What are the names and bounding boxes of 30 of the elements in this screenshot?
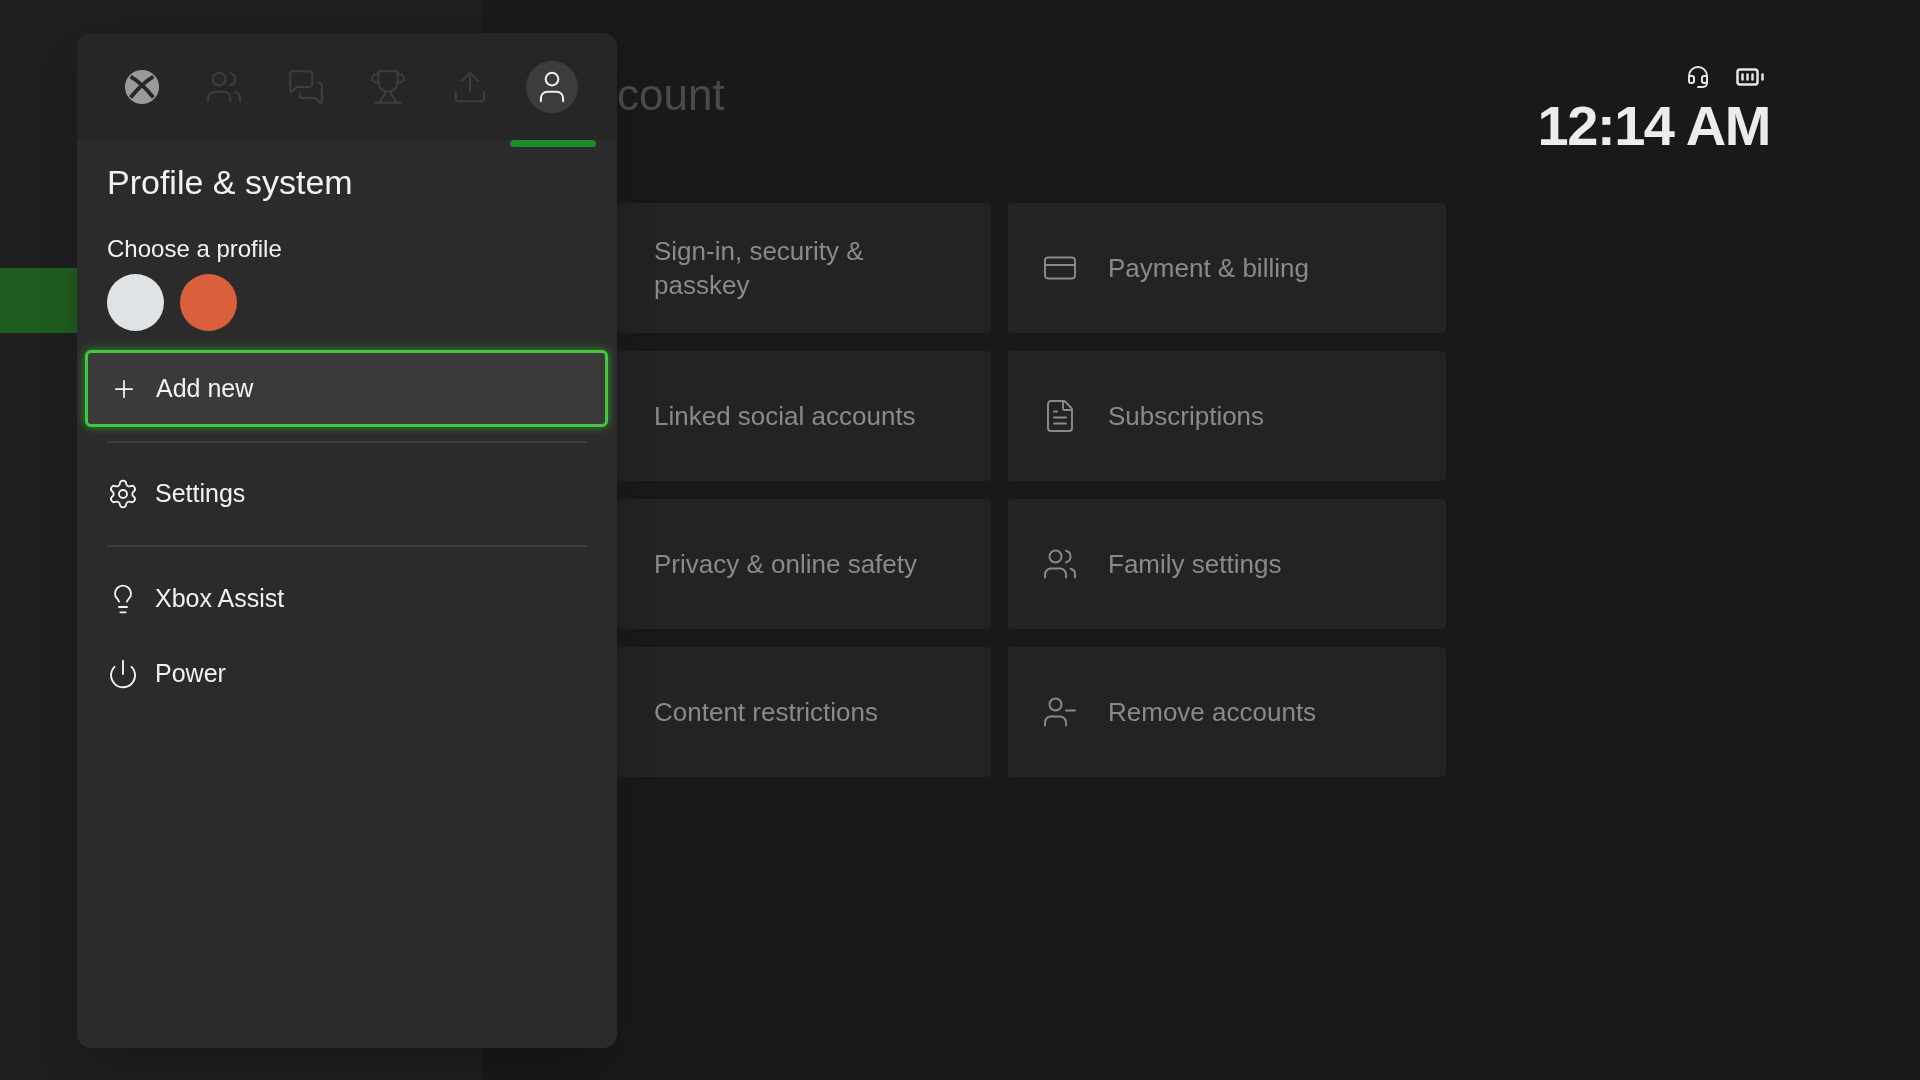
settings-tile[interactable]: Privacy & online safety [617, 499, 991, 629]
clock: 12:14 AM [1537, 98, 1770, 154]
section-label: Choose a profile [107, 234, 283, 264]
tile-label: Content restrictions [654, 696, 878, 729]
chat-icon [287, 67, 325, 106]
tile-label: Sign-in, security & passkey [654, 235, 865, 302]
settings-tile[interactable]: Content restrictions [617, 647, 991, 777]
tile-label: Subscriptions [1108, 400, 1265, 433]
tile-label: Linked social accounts [654, 400, 916, 433]
xbox-logo-icon [123, 67, 161, 106]
headset-icon [1686, 64, 1710, 90]
tile-label: Privacy & online safety [654, 548, 917, 581]
settings-tile[interactable]: Payment & billing [1008, 203, 1446, 333]
power-icon [107, 658, 139, 690]
tile-label: Remove accounts [1108, 696, 1317, 729]
settings-tile[interactable]: Sign-in, security & passkey [617, 203, 991, 333]
settings-tile[interactable]: Remove accounts [1008, 647, 1446, 777]
tile-label: Payment & billing [1108, 252, 1309, 285]
menu-item[interactable]: Settings [107, 443, 587, 545]
profile-avatar[interactable] [107, 274, 164, 331]
trophy-icon [369, 67, 407, 106]
settings-tile[interactable]: Subscriptions [1008, 351, 1446, 481]
gear-icon [107, 478, 139, 510]
settings-tile[interactable]: Linked social accounts [617, 351, 991, 481]
add-new-button[interactable]: Add new [85, 350, 608, 427]
menu-item[interactable]: Power [107, 651, 587, 697]
settings-tile[interactable]: Family settings [1008, 499, 1446, 629]
tile-label: Family settings [1108, 548, 1282, 581]
panel-title: Profile & system [107, 162, 354, 203]
menu-item[interactable]: Xbox Assist [107, 547, 587, 651]
